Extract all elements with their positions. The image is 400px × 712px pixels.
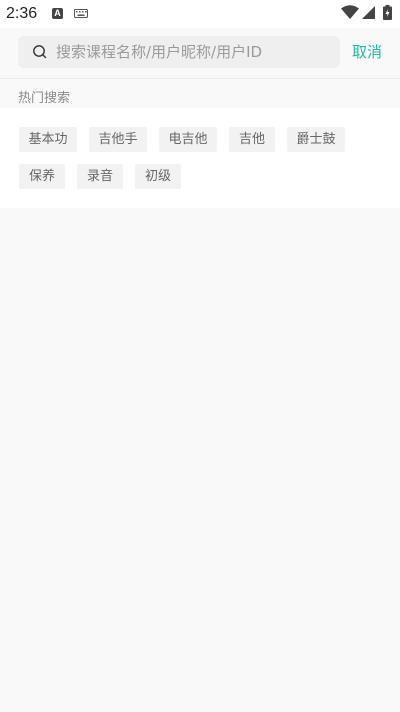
search-icon <box>33 45 47 59</box>
cancel-button[interactable]: 取消 <box>352 41 382 63</box>
signal-icon <box>362 6 375 19</box>
hot-tag[interactable]: 爵士鼓 <box>287 127 345 152</box>
hot-tag[interactable]: 吉他 <box>229 127 275 152</box>
search-header: 取消 <box>0 28 400 78</box>
hot-tag[interactable]: 吉他手 <box>89 127 147 152</box>
hot-tag[interactable]: 初级 <box>135 164 181 189</box>
hot-tag[interactable]: 电吉他 <box>159 127 217 152</box>
hot-tag[interactable]: 保养 <box>19 164 65 189</box>
wifi-icon <box>341 5 359 19</box>
keyboard-icon <box>74 9 88 18</box>
hot-search-title: 热门搜索 <box>18 91 71 106</box>
status-time: 2:36 <box>6 5 38 22</box>
status-bar: 2:36 A <box>0 0 400 28</box>
hot-search-tags: 基本功 吉他手 电吉他 吉他 爵士鼓 保养 录音 初级 <box>0 108 400 208</box>
a-notification-icon: A <box>52 8 63 19</box>
battery-icon <box>383 5 392 20</box>
header-divider <box>0 78 400 79</box>
search-input[interactable] <box>56 36 334 68</box>
search-box[interactable] <box>18 36 340 68</box>
hot-tag[interactable]: 录音 <box>77 164 123 189</box>
hot-tag[interactable]: 基本功 <box>19 127 77 152</box>
